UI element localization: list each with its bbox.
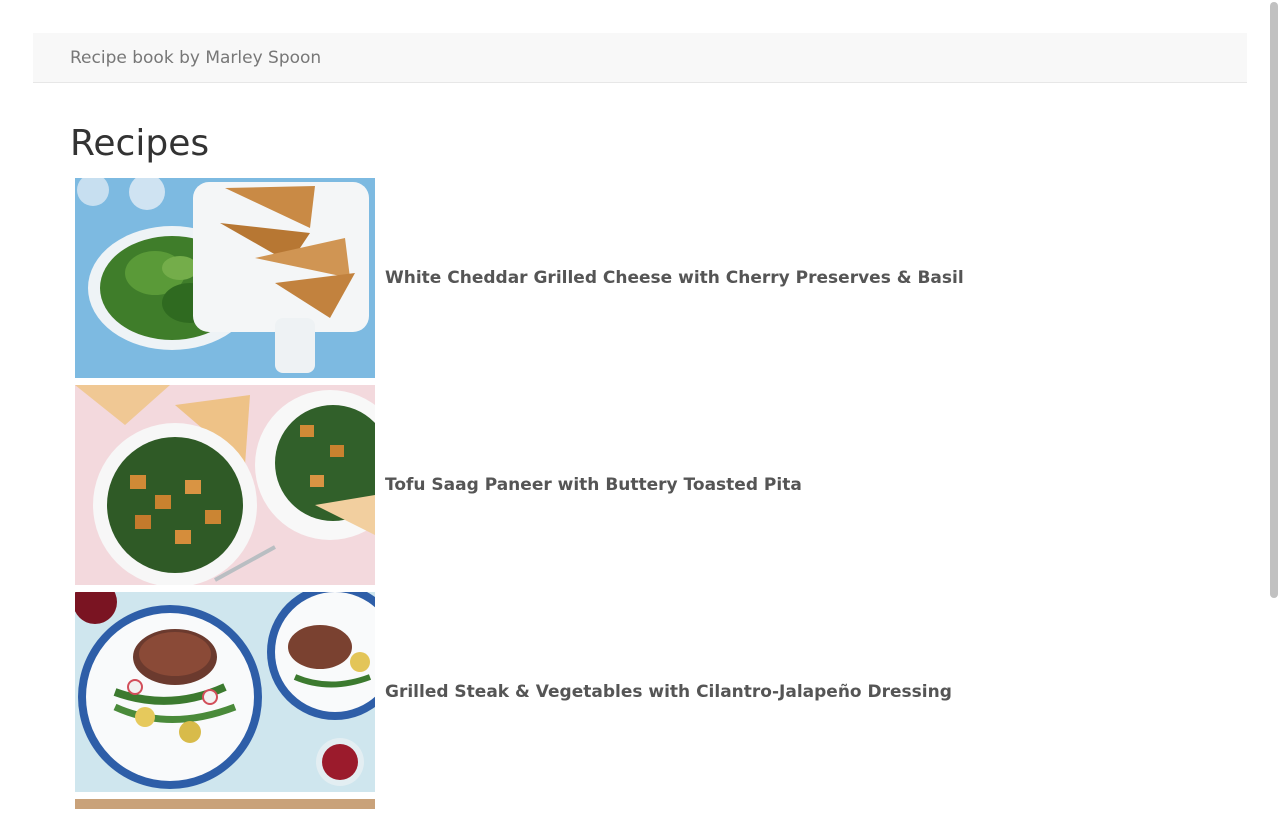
recipe-title[interactable]: Grilled Steak & Vegetables with Cilantro… — [385, 682, 952, 702]
recipe-item-partial[interactable] — [75, 799, 1225, 809]
recipe-image-steak[interactable] — [75, 592, 375, 792]
recipe-item[interactable]: White Cheddar Grilled Cheese with Cherry… — [75, 178, 1225, 378]
recipe-list: White Cheddar Grilled Cheese with Cherry… — [75, 178, 1225, 816]
recipe-image-saag-paneer[interactable] — [75, 385, 375, 585]
recipe-item[interactable]: Grilled Steak & Vegetables with Cilantro… — [75, 592, 1225, 792]
recipe-image-grilled-cheese[interactable] — [75, 178, 375, 378]
recipe-item[interactable]: Tofu Saag Paneer with Buttery Toasted Pi… — [75, 385, 1225, 585]
vertical-scrollbar[interactable] — [1270, 2, 1278, 598]
recipe-image-partial[interactable] — [75, 799, 375, 809]
page-title: Recipes — [70, 123, 210, 164]
saag-paneer-photo — [75, 385, 375, 585]
brand-link[interactable]: Recipe book by Marley Spoon — [70, 48, 321, 68]
recipe-title[interactable]: White Cheddar Grilled Cheese with Cherry… — [385, 268, 964, 288]
navbar: Recipe book by Marley Spoon — [33, 33, 1247, 83]
steak-vegetables-photo — [75, 592, 375, 792]
grilled-cheese-photo — [75, 178, 375, 378]
recipe-title[interactable]: Tofu Saag Paneer with Buttery Toasted Pi… — [385, 475, 802, 495]
